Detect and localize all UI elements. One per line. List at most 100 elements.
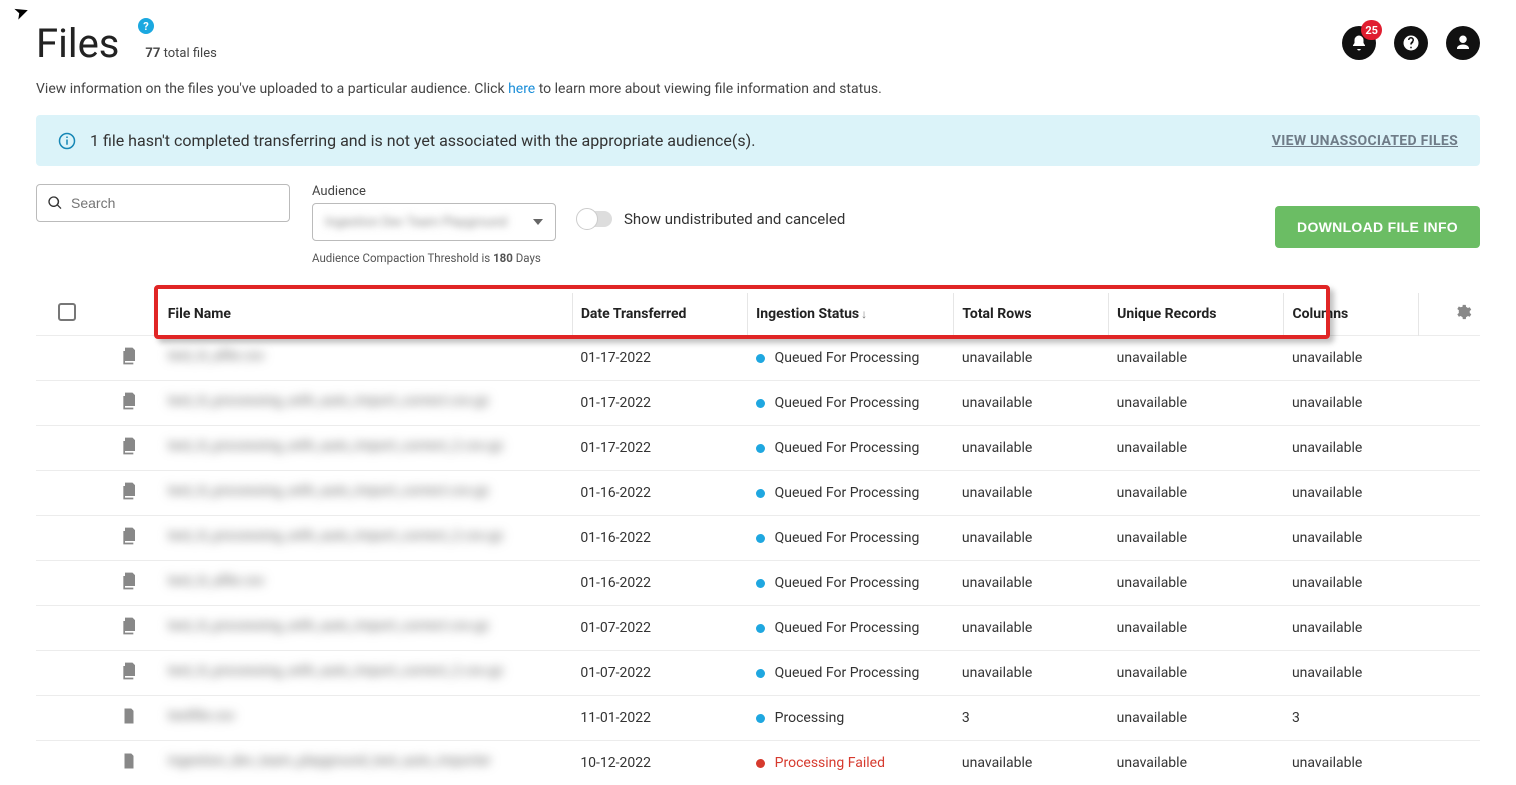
- account-button[interactable]: [1446, 26, 1480, 60]
- col-header-totalrows[interactable]: Total Rows: [954, 293, 1109, 336]
- file-name: test_tt_afile.csv: [168, 573, 265, 589]
- file-icon: [120, 346, 138, 366]
- col-header-status[interactable]: Ingestion Status↓: [748, 293, 954, 336]
- table-row[interactable]: test_tt_processing_with_auto_import_corr…: [36, 606, 1480, 651]
- page-description: View information on the files you've upl…: [36, 81, 1480, 97]
- file-icon: [120, 616, 138, 636]
- file-name: test_tt_processing_with_auto_import_corr…: [168, 393, 490, 409]
- total-rows: unavailable: [954, 741, 1109, 785]
- date-transferred: 01-16-2022: [572, 516, 747, 561]
- ingestion-status: Queued For Processing: [775, 575, 920, 591]
- unique-records: unavailable: [1109, 471, 1284, 516]
- file-name: test_tt_processing_with_auto_import_corr…: [168, 528, 504, 544]
- ingestion-status: Processing Failed: [775, 755, 885, 771]
- banner-text: 1 file hasn't completed transferring and…: [90, 131, 755, 150]
- table-row[interactable]: ingestion_dev_team_playground_test_auto_…: [36, 741, 1480, 785]
- file-icon: [120, 661, 138, 681]
- notifications-button[interactable]: 25: [1342, 26, 1376, 60]
- page-title: Files: [36, 20, 119, 67]
- total-rows: unavailable: [954, 471, 1109, 516]
- table-row[interactable]: test_tt_processing_with_auto_import_corr…: [36, 381, 1480, 426]
- ingestion-status: Queued For Processing: [775, 485, 920, 501]
- help-button[interactable]: [1394, 26, 1428, 60]
- columns-count: unavailable: [1284, 381, 1418, 426]
- date-transferred: 10-12-2022: [572, 741, 747, 785]
- file-icon: [120, 751, 138, 771]
- file-name: test_tt_processing_with_auto_import_corr…: [168, 663, 504, 679]
- title-help-icon[interactable]: ?: [138, 18, 154, 34]
- search-icon: [47, 195, 63, 211]
- date-transferred: 01-07-2022: [572, 606, 747, 651]
- search-input[interactable]: [71, 195, 279, 211]
- sort-desc-icon: ↓: [861, 307, 867, 321]
- table-row[interactable]: test_tt_processing_with_auto_import_corr…: [36, 471, 1480, 516]
- columns-count: unavailable: [1284, 741, 1418, 785]
- search-input-wrapper[interactable]: [36, 184, 290, 222]
- unique-records: unavailable: [1109, 561, 1284, 606]
- audience-select[interactable]: Ingestion Dev Team Playground: [312, 203, 556, 241]
- download-file-info-button[interactable]: DOWNLOAD FILE INFO: [1275, 206, 1480, 248]
- file-count-suffix: total files: [164, 46, 217, 61]
- table-row[interactable]: test_tt_afile.csv01-17-2022Queued For Pr…: [36, 336, 1480, 381]
- file-name: test_tt_processing_with_auto_import_corr…: [168, 618, 490, 634]
- file-icon: [120, 391, 138, 411]
- col-header-unique[interactable]: Unique Records: [1109, 293, 1284, 336]
- total-rows: unavailable: [954, 381, 1109, 426]
- ingestion-status: Queued For Processing: [775, 440, 920, 456]
- date-transferred: 01-16-2022: [572, 561, 747, 606]
- status-dot-icon: [756, 669, 765, 678]
- unique-records: unavailable: [1109, 651, 1284, 696]
- ingestion-status: Queued For Processing: [775, 530, 920, 546]
- show-undistributed-toggle[interactable]: [578, 211, 612, 227]
- file-name: testfile.csv: [168, 708, 235, 724]
- total-rows: unavailable: [954, 606, 1109, 651]
- view-unassociated-link[interactable]: VIEW UNASSOCIATED FILES: [1272, 133, 1458, 149]
- table-settings-button[interactable]: [1418, 293, 1480, 336]
- date-transferred: 11-01-2022: [572, 696, 747, 741]
- select-all-checkbox[interactable]: [58, 303, 76, 321]
- ingestion-status: Queued For Processing: [775, 620, 920, 636]
- learn-more-link[interactable]: here: [508, 81, 535, 97]
- columns-count: 3: [1284, 696, 1418, 741]
- total-rows: unavailable: [954, 336, 1109, 381]
- status-dot-icon: [756, 489, 765, 498]
- columns-count: unavailable: [1284, 516, 1418, 561]
- file-icon: [120, 571, 138, 591]
- notification-count-badge: 25: [1361, 20, 1382, 40]
- total-rows: unavailable: [954, 651, 1109, 696]
- col-header-date[interactable]: Date Transferred: [572, 293, 747, 336]
- columns-count: unavailable: [1284, 606, 1418, 651]
- unique-records: unavailable: [1109, 741, 1284, 785]
- col-header-filename[interactable]: File Name: [160, 293, 573, 336]
- table-row[interactable]: test_tt_afile.csv 01-16-2022 Queued For Pr…: [36, 561, 1480, 606]
- col-header-columns[interactable]: Columns: [1284, 293, 1418, 336]
- show-undistributed-label: Show undistributed and canceled: [624, 210, 845, 228]
- columns-count: unavailable: [1284, 336, 1418, 381]
- file-name: ingestion_dev_team_playground_test_auto_…: [168, 753, 491, 769]
- unique-records: unavailable: [1109, 426, 1284, 471]
- unique-records: unavailable: [1109, 381, 1284, 426]
- total-rows: 3: [954, 696, 1109, 741]
- table-row[interactable]: test_tt_processing_with_auto_import_corr…: [36, 516, 1480, 561]
- unique-records: unavailable: [1109, 696, 1284, 741]
- date-transferred: 01-07-2022: [572, 651, 747, 696]
- file-icon: [120, 481, 138, 501]
- gear-icon: [1454, 303, 1472, 321]
- table-row[interactable]: testfile.csv11-01-2022Processing3unavail…: [36, 696, 1480, 741]
- table-row[interactable]: test_tt_processing_with_auto_import_corr…: [36, 651, 1480, 696]
- columns-count: unavailable: [1284, 471, 1418, 516]
- info-banner: 1 file hasn't completed transferring and…: [36, 115, 1480, 166]
- unique-records: unavailable: [1109, 606, 1284, 651]
- date-transferred: 01-17-2022: [572, 426, 747, 471]
- chevron-down-icon: [533, 219, 543, 225]
- files-table: File Name Date Transferred Ingestion Sta…: [36, 293, 1480, 785]
- columns-count: unavailable: [1284, 426, 1418, 471]
- file-name: test_tt_afile.csv: [168, 348, 265, 364]
- date-transferred: 01-17-2022: [572, 381, 747, 426]
- ingestion-status: Queued For Processing: [775, 665, 920, 681]
- mouse-cursor-icon: ➤: [11, 0, 32, 25]
- table-row[interactable]: test_tt_processing_with_auto_import_corr…: [36, 426, 1480, 471]
- file-icon: [120, 706, 138, 726]
- file-name: test_tt_processing_with_auto_import_corr…: [168, 483, 490, 499]
- columns-count: unavailable: [1284, 561, 1418, 606]
